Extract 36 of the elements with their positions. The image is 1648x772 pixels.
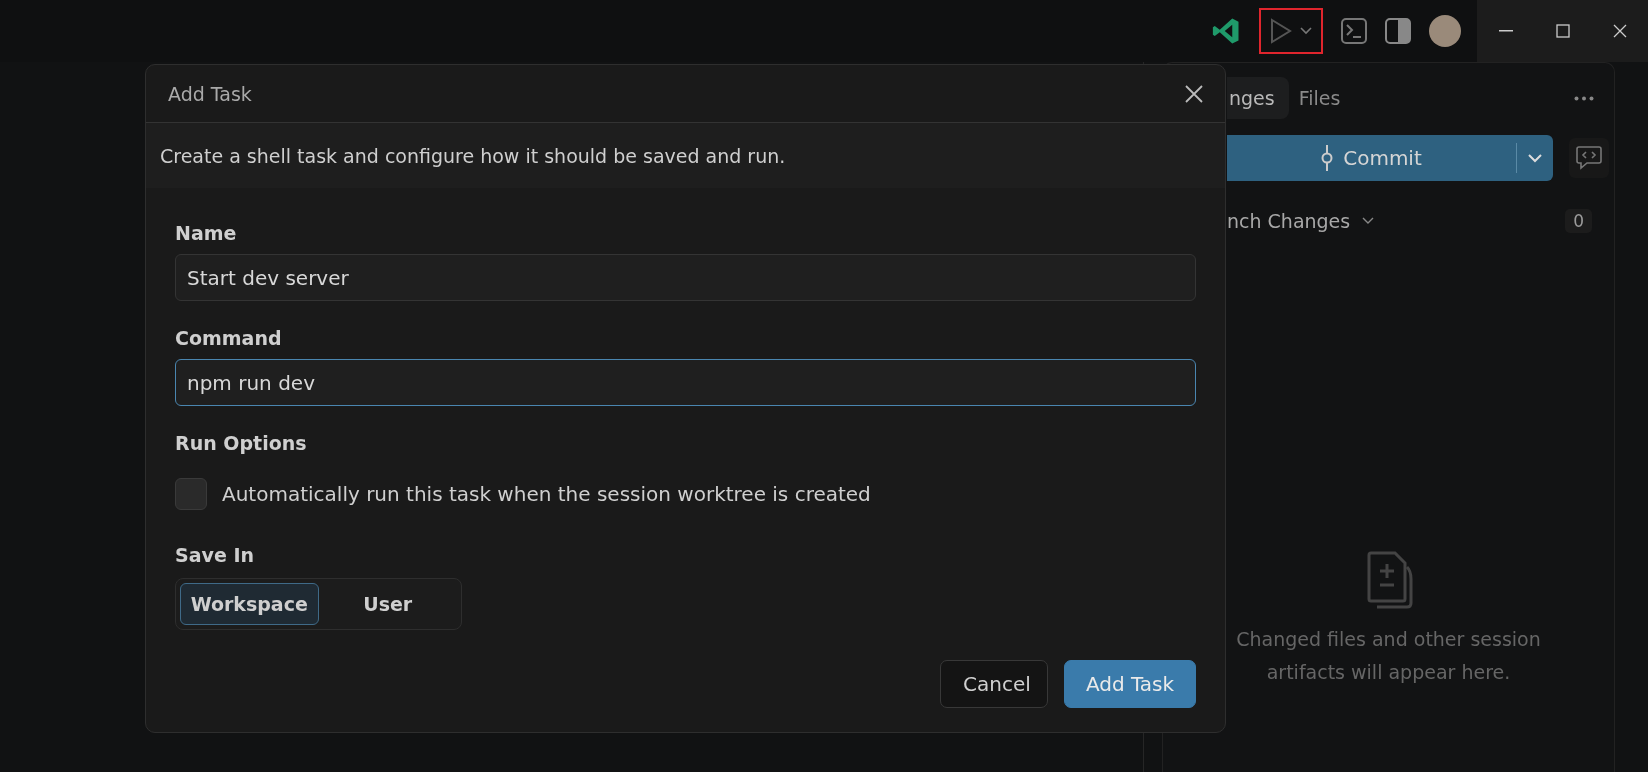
empty-state-text: Changed files and other session artifacts will appear here. bbox=[1235, 627, 1542, 685]
section-title[interactable]: nch Changes bbox=[1227, 210, 1351, 232]
panel-tab[interactable]: Files bbox=[1296, 77, 1355, 119]
text-field[interactable]: Start dev server bbox=[175, 254, 1196, 301]
chevron-icon[interactable] bbox=[1362, 217, 1375, 225]
panel-tab[interactable]: nges bbox=[1227, 77, 1289, 119]
terminal-icon[interactable] bbox=[1341, 18, 1367, 44]
field-label: Name bbox=[175, 222, 238, 244]
panel-toggle-icon[interactable] bbox=[1385, 18, 1411, 44]
avatar[interactable] bbox=[1429, 15, 1461, 47]
text-field[interactable]: npm run dev bbox=[175, 359, 1196, 406]
checkbox-label[interactable]: Automatically run this task when the session worktree is created bbox=[222, 482, 871, 506]
caret-icon[interactable] bbox=[1528, 153, 1542, 163]
run-button[interactable] bbox=[1259, 8, 1323, 54]
count-badge: 0 bbox=[1565, 209, 1592, 233]
close-icon bbox=[1612, 24, 1627, 38]
section-label: Run Options bbox=[175, 432, 308, 454]
segment-option[interactable]: User bbox=[318, 583, 457, 625]
dialog-title: Add Task bbox=[168, 82, 252, 105]
more-icon[interactable] bbox=[1574, 95, 1594, 101]
field-label: Command bbox=[175, 327, 283, 349]
section-label: Save In bbox=[175, 544, 255, 566]
commit-button[interactable]: Commit bbox=[1227, 135, 1553, 181]
checkbox[interactable] bbox=[175, 478, 207, 510]
code-chat-button[interactable] bbox=[1569, 138, 1609, 178]
close-icon[interactable] bbox=[1185, 84, 1203, 103]
segment-option[interactable]: Workspace bbox=[180, 583, 319, 625]
cancel-button[interactable]: Cancel bbox=[940, 660, 1048, 708]
play-icon bbox=[1269, 18, 1293, 44]
minimize-icon bbox=[1498, 30, 1513, 32]
maximize-icon bbox=[1555, 24, 1570, 38]
commit-icon bbox=[1321, 145, 1334, 171]
add-button[interactable]: Add Task bbox=[1064, 660, 1196, 708]
vscode-logo-icon bbox=[1211, 16, 1241, 46]
caret-icon bbox=[1299, 26, 1313, 36]
dialog-description: Create a shell task and configure how it should be saved and run. bbox=[160, 144, 786, 167]
